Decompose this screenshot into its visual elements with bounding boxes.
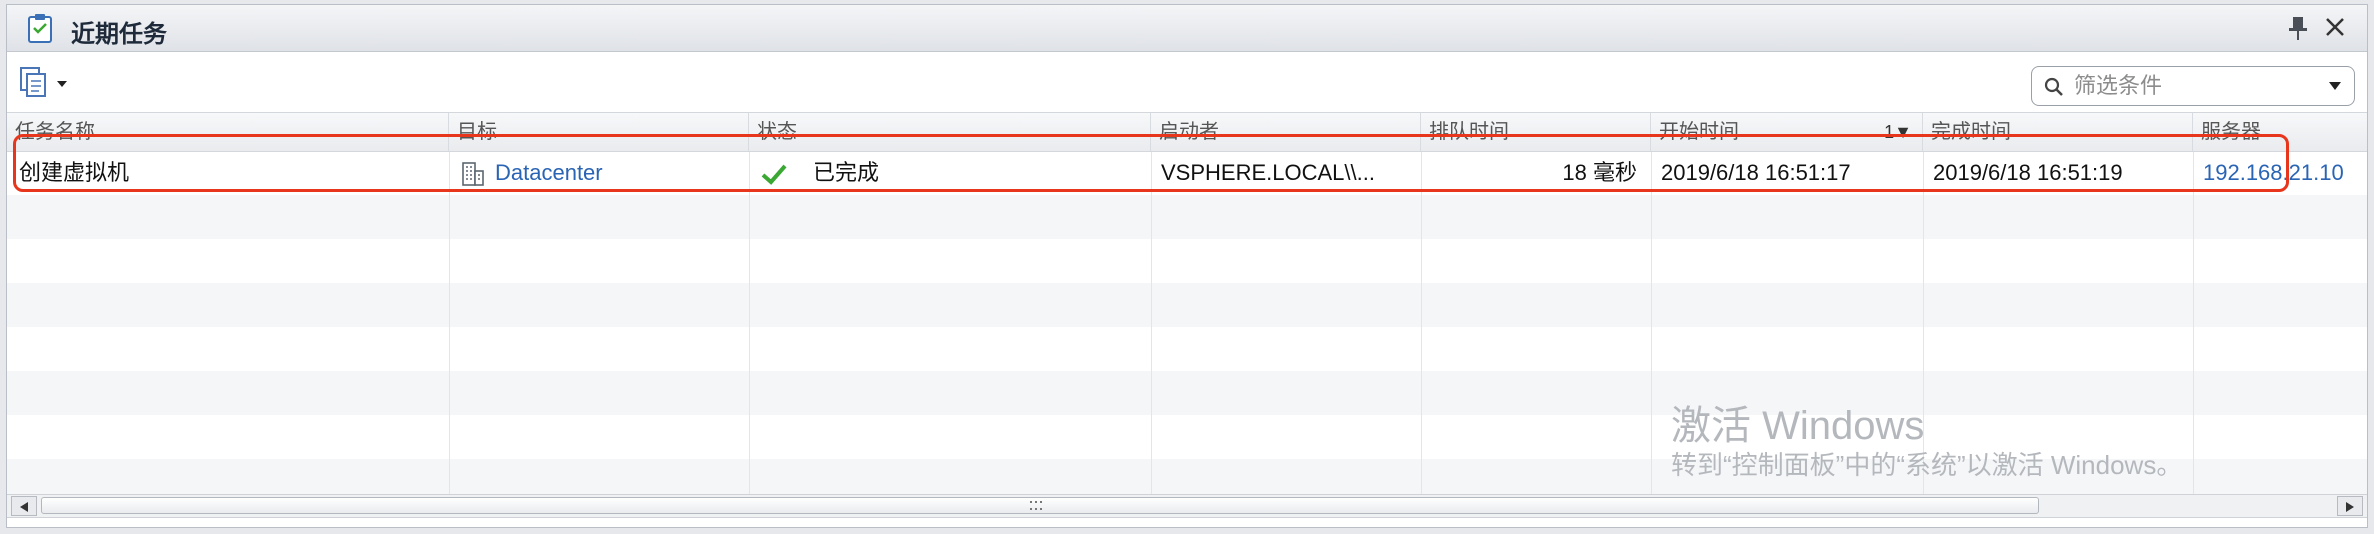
export-list-icon[interactable] <box>17 66 79 100</box>
panel-titlebar: 近期任务 <box>7 5 2367 52</box>
task-name-cell: 创建虚拟机 <box>19 160 130 185</box>
column-header-label: 状态 <box>757 121 797 143</box>
search-icon <box>2044 77 2063 96</box>
column-divider <box>1151 150 1152 494</box>
completion-time-cell: 2019/6/18 16:51:19 <box>1933 160 2123 185</box>
grid-stripe <box>7 283 2367 327</box>
status-cell: 已完成 <box>749 151 1151 195</box>
initiator-cell: VSPHERE.LOCAL\\... <box>1161 160 1375 185</box>
column-divider <box>2193 150 2194 494</box>
task-clipboard-icon <box>28 14 52 43</box>
column-header-label: 服务器 <box>2201 121 2261 143</box>
column-header-server[interactable]: 服务器 <box>2193 113 2367 151</box>
grip-icon <box>1030 501 1042 510</box>
column-header-label: 开始时间 <box>1659 121 1739 143</box>
arrow-left-icon <box>20 502 28 512</box>
datacenter-icon <box>462 162 484 186</box>
column-header-label: 完成时间 <box>1931 121 2011 143</box>
recent-tasks-panel: 近期任务 筛选条件 任务名称 目标 状态 启动者 排队时间 开始时间 1▼ 完成… <box>6 4 2368 528</box>
panel-toolbar <box>7 52 2367 112</box>
horizontal-scrollbar[interactable] <box>7 494 2367 518</box>
tasks-grid: 任务名称 目标 状态 启动者 排队时间 开始时间 1▼ 完成时间 服务器 创建虚拟… <box>7 112 2367 494</box>
column-divider <box>749 150 750 494</box>
column-header-initiator[interactable]: 启动者 <box>1151 113 1421 151</box>
chevron-down-icon[interactable] <box>2328 81 2342 91</box>
column-header-label: 任务名称 <box>15 121 95 143</box>
activation-watermark-subtitle: 转到“控制面板”中的“系统”以激活 Windows。 <box>1671 450 2183 480</box>
status-text: 已完成 <box>813 160 880 185</box>
column-header-completion-time[interactable]: 完成时间 <box>1923 113 2193 151</box>
column-header-queued-for[interactable]: 排队时间 <box>1421 113 1651 151</box>
sort-indicator: 1▼ <box>1884 122 1912 142</box>
panel-title: 近期任务 <box>71 21 167 48</box>
arrow-right-icon <box>2346 502 2354 512</box>
column-header-target[interactable]: 目标 <box>449 113 749 151</box>
queued-for-cell: 18 毫秒 <box>1562 160 1637 185</box>
activation-watermark-title: 激活 Windows <box>1671 404 1925 448</box>
filter-box[interactable] <box>2031 66 2355 106</box>
close-icon[interactable] <box>2323 15 2347 39</box>
target-link[interactable]: Datacenter <box>495 151 603 195</box>
grid-header: 任务名称 目标 状态 启动者 排队时间 开始时间 1▼ 完成时间 服务器 <box>7 112 2367 152</box>
scroll-right-button[interactable] <box>2337 496 2363 516</box>
column-divider <box>449 150 450 494</box>
pin-icon[interactable] <box>2287 15 2309 41</box>
check-icon <box>761 164 787 185</box>
column-divider <box>1651 150 1652 494</box>
target-cell[interactable]: Datacenter <box>449 151 749 195</box>
grid-stripe <box>7 371 2367 415</box>
start-time-cell: 2019/6/18 16:51:17 <box>1661 160 1851 185</box>
column-header-label: 目标 <box>457 121 497 143</box>
column-header-label: 启动者 <box>1159 121 1219 143</box>
column-header-label: 排队时间 <box>1429 121 1509 143</box>
scrollbar-thumb[interactable] <box>41 497 2039 514</box>
table-row[interactable]: 创建虚拟机 Datacenter 已完成 VSPHERE.LOCAL\\... … <box>7 151 2367 195</box>
column-divider <box>1421 150 1422 494</box>
column-header-start-time[interactable]: 开始时间 1▼ <box>1651 113 1923 151</box>
column-header-status[interactable]: 状态 <box>749 113 1151 151</box>
grid-stripe <box>7 195 2367 239</box>
column-header-task-name[interactable]: 任务名称 <box>7 113 449 151</box>
filter-input[interactable] <box>2072 71 2316 101</box>
server-link[interactable]: 192.168.21.10 <box>2193 151 2367 195</box>
scroll-left-button[interactable] <box>11 496 37 516</box>
